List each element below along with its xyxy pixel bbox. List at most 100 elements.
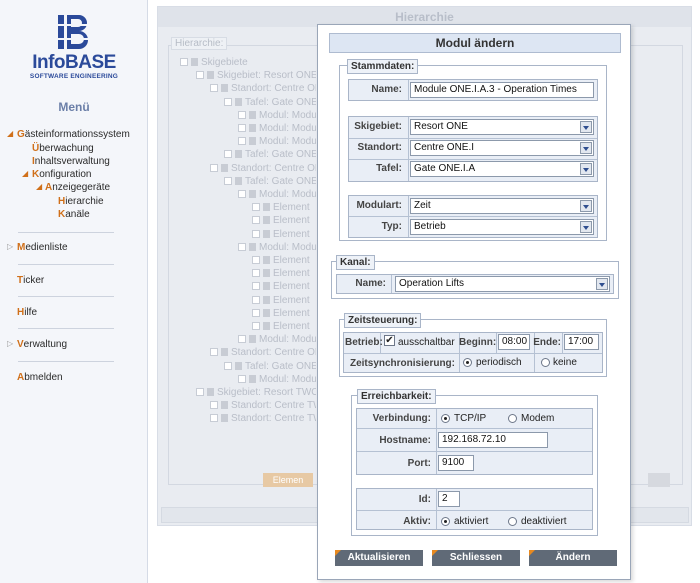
- expanded-arrow-icon: ◢: [7, 129, 14, 138]
- tree-node: Tafel: Gate ONE: [224, 97, 316, 108]
- aktiv-deaktiviert-radio[interactable]: [508, 517, 517, 526]
- zeitsteuerung-legend: Zeitsteuerung:: [344, 313, 422, 328]
- tree-node-label: Element: [273, 321, 310, 332]
- tree-checkbox: [210, 348, 218, 357]
- chevron-down-icon[interactable]: [580, 163, 592, 175]
- ende-input[interactable]: 17:00: [564, 334, 599, 350]
- modulart-label: Modulart:: [356, 200, 402, 211]
- standort-select[interactable]: Centre ONE.I: [410, 140, 594, 156]
- tree-node: Element: [252, 281, 316, 292]
- chevron-down-icon[interactable]: [596, 278, 608, 290]
- tree-node: Tafel: Gate ONE: [224, 361, 316, 372]
- nav-medienliste[interactable]: Medienliste: [17, 242, 68, 253]
- id-label: Id:: [418, 494, 431, 505]
- name-input[interactable]: Module ONE.I.A.3 - Operation Times: [410, 82, 594, 98]
- chevron-down-icon[interactable]: [580, 221, 592, 233]
- tree-node-label: Element: [273, 255, 310, 266]
- tree-checkbox: [196, 71, 204, 80]
- tree-node-icon: [207, 388, 214, 396]
- aktiv-aktiviert-radio[interactable]: [441, 517, 450, 526]
- verbindung-modem-radio[interactable]: [508, 414, 517, 423]
- tree-checkbox: [252, 295, 260, 304]
- tree-node: Standort: Centre TW: [210, 413, 316, 424]
- nav-hierarchie[interactable]: Hierarchie: [58, 196, 104, 207]
- name-label: Name:: [371, 84, 402, 95]
- chevron-down-icon[interactable]: [580, 121, 592, 133]
- nav-anzeigegeraete[interactable]: Anzeigegeräte: [45, 182, 110, 193]
- menu-divider: [18, 232, 114, 233]
- tree-checkbox: [210, 84, 218, 93]
- tree-node: Standort: Centre ON: [210, 163, 316, 174]
- nav-abmelden[interactable]: Abmelden: [17, 372, 63, 383]
- tree-node: Skigebiet: Resort TWO: [196, 387, 316, 398]
- hostname-input[interactable]: 192.168.72.10: [438, 432, 548, 448]
- tree-node: Element: [252, 229, 316, 240]
- modul-aendern-dialog: Modul ändern Stammdaten: Name: Module ON…: [317, 24, 631, 580]
- tree-node-icon: [249, 190, 256, 198]
- nav-gaesteinformationssystem[interactable]: Gästeinformationssystem: [17, 129, 130, 140]
- sync-keine-radio[interactable]: [541, 358, 550, 367]
- tree-checkbox: [252, 269, 260, 278]
- nav-verwaltung[interactable]: Verwaltung: [17, 339, 67, 350]
- tree-node-icon: [221, 401, 228, 410]
- chevron-down-icon[interactable]: [580, 142, 592, 154]
- tree-node: Standort: Centre TW: [210, 400, 316, 411]
- skigebiet-select[interactable]: Resort ONE: [410, 119, 594, 135]
- nav-inhaltsverwaltung[interactable]: Inhaltsverwaltung: [32, 156, 110, 167]
- tree-node-icon: [249, 110, 256, 119]
- brand-tagline: SOFTWARE ENGINEERING: [29, 73, 119, 80]
- tree-node-icon: [263, 269, 270, 278]
- tree-node-icon: [263, 295, 270, 304]
- tree-node-label: Standort: Centre TW: [231, 400, 316, 412]
- tree-node-icon: [249, 335, 256, 344]
- verbindung-label: Verbindung:: [372, 413, 431, 424]
- tafel-label: Tafel:: [376, 163, 402, 174]
- typ-select[interactable]: Betrieb: [410, 219, 594, 235]
- skigebiet-label: Skigebiet:: [354, 121, 402, 132]
- tree-node-icon: [221, 163, 228, 172]
- zeitsynchronisierung-label: Zeitsynchronisierung:: [349, 358, 455, 369]
- nav-hilfe[interactable]: Hilfe: [17, 307, 37, 318]
- tree-node-icon: [235, 361, 242, 370]
- tree-node: Skigebiet: Resort ONE: [196, 70, 316, 81]
- nav-konfiguration[interactable]: Konfiguration: [32, 169, 92, 180]
- tree-checkbox: [210, 414, 218, 423]
- aendern-button[interactable]: Ändern: [529, 550, 617, 566]
- kanal-name-select[interactable]: Operation Lifts: [395, 276, 610, 292]
- kanal-name-label: Name:: [355, 278, 386, 289]
- tafel-select[interactable]: Gate ONE.I.A: [410, 161, 594, 177]
- tree-node-icon: [263, 216, 270, 225]
- nav-ueberwachung[interactable]: Überwachung: [32, 143, 94, 154]
- aktualisieren-button[interactable]: Aktualisieren: [335, 550, 423, 566]
- beginn-input[interactable]: 08:00: [498, 334, 530, 350]
- tree-node-label: Modul: Modul: [259, 109, 316, 121]
- tree-node: Modul: Modul: [238, 110, 316, 121]
- tree-node-icon: [249, 124, 256, 132]
- tree-checkbox: [252, 322, 260, 330]
- sidebar: InfoBASE SOFTWARE ENGINEERING Menü ◢ Gäs…: [0, 0, 148, 583]
- tree-node-label: Modul: Modul: [259, 334, 316, 346]
- nav-ticker[interactable]: Ticker: [17, 275, 44, 286]
- id-input[interactable]: 2: [438, 491, 460, 507]
- tree-node: Modul: Modul: [238, 374, 316, 385]
- typ-label: Typ:: [381, 221, 402, 232]
- infobase-logo: InfoBASE SOFTWARE ENGINEERING: [28, 12, 120, 82]
- modulart-select[interactable]: Zeit: [410, 198, 594, 214]
- port-input[interactable]: 9100: [438, 455, 474, 471]
- tree-checkbox: [252, 256, 260, 264]
- tree-node-icon: [249, 374, 256, 383]
- beginn-label: Beginn:: [459, 337, 497, 348]
- tree-node-label: Modul: Modul: [259, 136, 316, 148]
- chevron-down-icon[interactable]: [580, 200, 592, 212]
- tree-node-icon: [235, 176, 242, 185]
- sync-periodisch-radio[interactable]: [463, 358, 472, 367]
- menu-title: Menü: [58, 100, 90, 114]
- tree-node-icon: [235, 150, 242, 159]
- schliessen-button[interactable]: Schliessen: [432, 550, 520, 566]
- tree-node-label: Element: [273, 268, 310, 280]
- nav-kanaele[interactable]: Kanäle: [58, 209, 90, 220]
- tree-node-label: Standort: Centre ON: [231, 347, 316, 359]
- tree-node-label: Tafel: Gate ONE: [245, 96, 316, 108]
- ausschaltbar-checkbox[interactable]: ✔: [384, 335, 395, 346]
- verbindung-tcpip-radio[interactable]: [441, 414, 450, 423]
